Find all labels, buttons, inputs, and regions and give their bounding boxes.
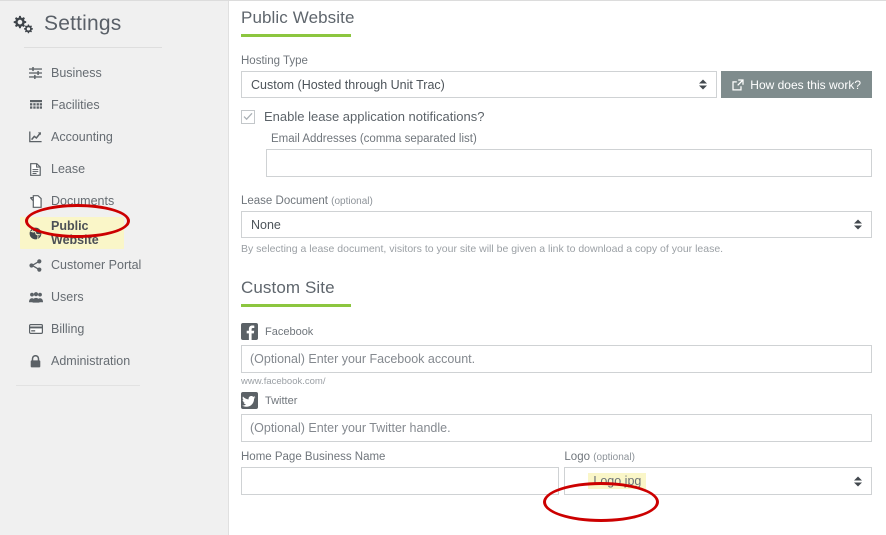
copy-files-icon (28, 194, 43, 208)
logo-label-optional: (optional) (593, 452, 635, 463)
chevron-updown-icon (853, 475, 862, 488)
users-icon (28, 290, 43, 304)
twitter-label-row: Twitter (241, 392, 872, 409)
custom-site-title: Custom Site (241, 278, 335, 297)
enable-notifications-row[interactable]: Enable lease application notifications? (241, 109, 872, 124)
business-name-logo-row: Home Page Business Name Logo (optional) … (241, 451, 872, 495)
facebook-input[interactable]: (Optional) Enter your Facebook account. (241, 345, 872, 373)
sidebar-item-label: Public Website (51, 219, 99, 247)
sidebar-item-label: Administration (51, 354, 131, 368)
email-addresses-label: Email Addresses (comma separated list) (271, 133, 477, 145)
lease-document-label: Lease Document (optional) (241, 195, 872, 207)
app-root: Settings Business Facilities Accounting … (0, 0, 886, 535)
hosting-type-label: Hosting Type (241, 55, 308, 67)
logo-label: Logo (optional) (564, 451, 872, 463)
sliders-icon (28, 66, 43, 80)
chevron-updown-icon (698, 78, 707, 91)
how-does-this-work-button[interactable]: How does this work? (721, 71, 872, 98)
sidebar-item-public-website[interactable]: Public Website (20, 217, 124, 249)
sidebar-footer-divider (16, 385, 140, 386)
facebook-placeholder: (Optional) Enter your Facebook account. (250, 352, 476, 366)
facebook-icon (241, 323, 258, 340)
globe-icon (28, 226, 43, 240)
main-content: Public Website Hosting Type Custom (Host… (229, 1, 886, 535)
external-link-icon (732, 78, 744, 91)
lease-document-label-text: Lease Document (241, 195, 328, 207)
logo-value: Logo.jpg (588, 473, 647, 489)
sidebar-item-users[interactable]: Users (0, 281, 228, 313)
grid-icon (28, 98, 43, 112)
sidebar-item-label: Documents (51, 194, 115, 208)
facebook-label-row: Facebook (241, 323, 872, 340)
facebook-label: Facebook (265, 325, 314, 338)
enable-notifications-checkbox[interactable] (241, 109, 255, 124)
sidebar-item-label: Business (51, 66, 102, 80)
share-icon (28, 258, 43, 272)
line-chart-icon (28, 130, 43, 144)
sidebar-item-label: Lease (51, 162, 86, 176)
sidebar-item-business[interactable]: Business (0, 57, 228, 89)
sidebar-item-lease[interactable]: Lease (0, 153, 228, 185)
sidebar-item-accounting[interactable]: Accounting (0, 121, 228, 153)
page-title: Public Website (241, 8, 355, 27)
lease-document-select[interactable]: None (241, 211, 872, 238)
lease-document-value: None (251, 217, 281, 232)
credit-card-icon (28, 322, 43, 336)
facebook-prefix-help: www.facebook.com/ (241, 376, 326, 387)
sidebar-menu: Business Facilities Accounting Lease Doc… (0, 57, 228, 377)
sidebar-item-facilities[interactable]: Facilities (0, 89, 228, 121)
email-addresses-input[interactable] (266, 149, 872, 177)
sidebar-item-label: Users (51, 290, 84, 304)
twitter-label: Twitter (265, 394, 298, 407)
settings-sidebar: Settings Business Facilities Accounting … (0, 1, 229, 535)
sidebar-title: Settings (44, 12, 122, 35)
twitter-placeholder: (Optional) Enter your Twitter handle. (250, 421, 451, 435)
hosting-type-value: Custom (Hosted through Unit Trac) (251, 77, 445, 92)
twitter-icon (241, 392, 258, 409)
logo-group: Logo (optional) Logo.jpg (564, 451, 872, 495)
cogs-icon (12, 13, 34, 35)
sidebar-item-label: Customer Portal (51, 258, 142, 272)
home-page-business-name-input[interactable] (241, 467, 560, 495)
sidebar-item-documents[interactable]: Documents (0, 185, 228, 217)
sidebar-item-billing[interactable]: Billing (0, 313, 228, 345)
enable-notifications-label: Enable lease application notifications? (264, 109, 485, 124)
file-icon (28, 162, 43, 176)
hosting-type-row: Custom (Hosted through Unit Trac) How do… (241, 71, 872, 98)
sidebar-item-label: Billing (51, 322, 85, 336)
twitter-input[interactable]: (Optional) Enter your Twitter handle. (241, 414, 872, 442)
sidebar-header-divider (24, 47, 162, 48)
home-page-business-name-group: Home Page Business Name (241, 451, 560, 495)
sidebar-item-label: Facilities (51, 98, 100, 112)
hosting-type-select[interactable]: Custom (Hosted through Unit Trac) (241, 71, 718, 98)
lease-document-label-optional: (optional) (331, 196, 373, 207)
lock-icon (28, 354, 43, 368)
home-page-business-name-label: Home Page Business Name (241, 451, 386, 463)
logo-select[interactable]: Logo.jpg (564, 467, 872, 495)
logo-label-text: Logo (564, 451, 590, 463)
email-addresses-group: Email Addresses (comma separated list) (266, 133, 872, 177)
sidebar-header: Settings (0, 1, 228, 41)
sidebar-item-administration[interactable]: Administration (0, 345, 228, 377)
chevron-updown-icon (853, 218, 862, 231)
lease-document-help: By selecting a lease document, visitors … (241, 243, 724, 255)
sidebar-item-label: Accounting (51, 130, 113, 144)
how-does-this-work-label: How does this work? (750, 77, 861, 92)
sidebar-item-customer-portal[interactable]: Customer Portal (0, 249, 228, 281)
